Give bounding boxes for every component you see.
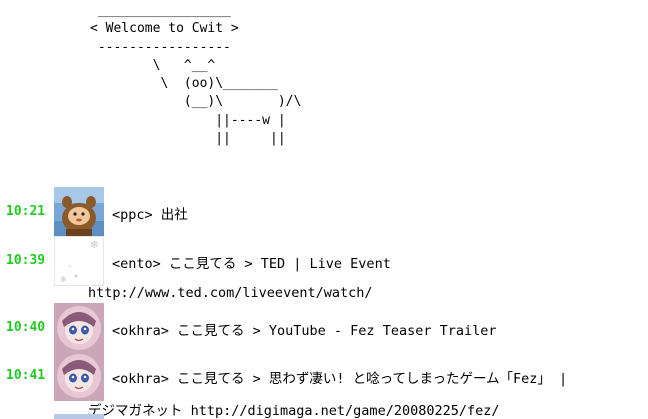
svg-text:✻: ✻ xyxy=(90,240,98,251)
bear-costume-avatar-icon xyxy=(54,187,104,237)
timestamp: 10:21 xyxy=(6,204,46,219)
message-row: 10:21 <ppc> 出社 xyxy=(0,187,648,237)
message-text: <ppc> 出社 xyxy=(112,207,188,223)
timestamp: 10:41 xyxy=(6,368,46,383)
blank-snowflake-avatar-icon: ✻ ✻ xyxy=(54,236,104,286)
message-text: <okhra> ここ見てる > 思わず凄い! と唸ってしまったゲーム「Fez」 … xyxy=(112,371,568,387)
timestamp: 10:40 xyxy=(6,320,46,335)
message-row: 10:39 ✻ ✻ <ento> ここ見てる > TED | Live Even… xyxy=(0,236,648,286)
timestamp: 10:39 xyxy=(6,253,46,268)
message-row: 10:41 <okhra> ここ見てる > 思わず凄い! と唸ってしまったゲーム… xyxy=(0,351,648,401)
message-link[interactable]: http://www.ted.com/liveevent/watch/ xyxy=(88,285,372,301)
welcome-ascii-banner: _________________ < Welcome to Cwit > --… xyxy=(90,3,302,147)
message-text: <okhra> ここ見てる > YouTube - Fez Teaser Tra… xyxy=(112,323,497,339)
next-avatar-edge xyxy=(54,414,104,419)
message-row: 10:40 <okhra> ここ見てる > YouTube - Fez Teas… xyxy=(0,303,648,353)
message-link[interactable]: デジマガネット http://digimaga.net/game/2008022… xyxy=(88,399,499,419)
svg-text:✻: ✻ xyxy=(60,275,67,284)
anime-face-avatar-icon xyxy=(54,351,104,401)
message-text: <ento> ここ見てる > TED | Live Event xyxy=(112,256,391,272)
anime-face-avatar-icon xyxy=(54,303,104,353)
